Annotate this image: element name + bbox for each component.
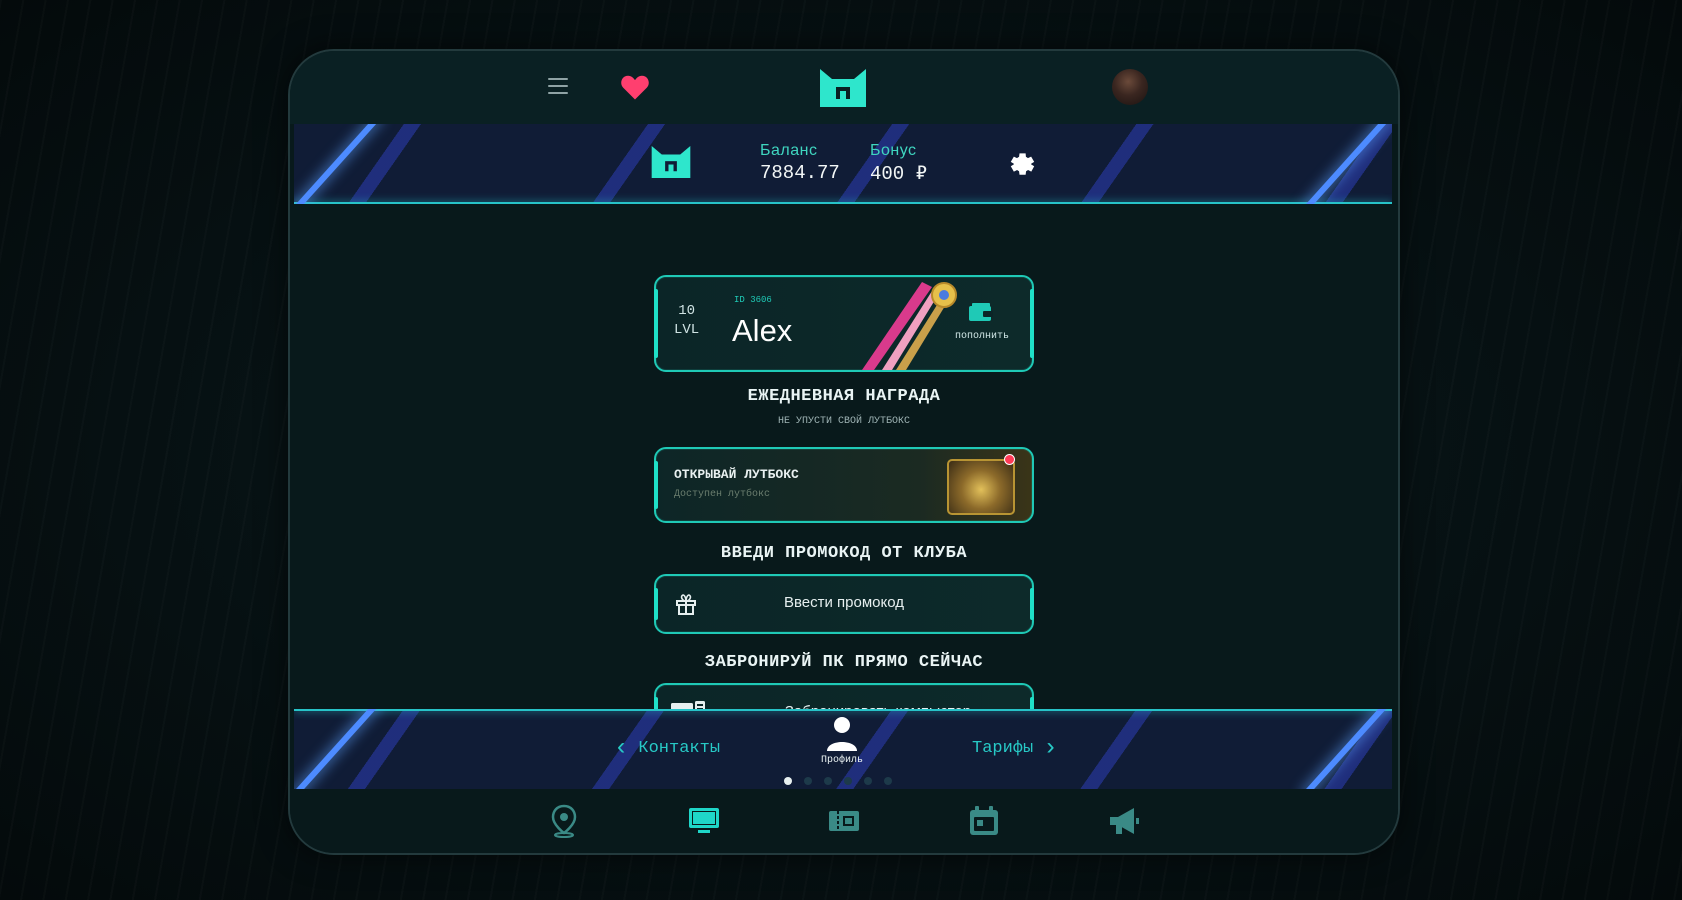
lootbox-title: ОТКРЫВАЙ ЛУТБОКС bbox=[674, 467, 799, 482]
carousel-dot[interactable] bbox=[824, 777, 832, 785]
hamburger-menu-icon[interactable] bbox=[548, 78, 568, 96]
gear-icon[interactable] bbox=[1004, 146, 1038, 180]
level-number: 10 bbox=[678, 303, 696, 319]
banner-edge bbox=[294, 709, 1392, 711]
carousel-prev-link[interactable]: ‹ Контакты bbox=[614, 734, 721, 762]
profile-card: 10 LVL ID 3606 Alex пополнить bbox=[654, 275, 1034, 372]
carousel-dot[interactable] bbox=[804, 777, 812, 785]
lootbox-card[interactable]: ОТКРЫВАЙ ЛУТБОКС Доступен лутбокс bbox=[654, 447, 1034, 523]
carousel-dot[interactable] bbox=[884, 777, 892, 785]
bonus-label: Бонус bbox=[870, 142, 917, 159]
bonus-value: 400 ₽ bbox=[870, 163, 928, 185]
lootbox-subtitle: Доступен лутбокс bbox=[674, 489, 771, 500]
user-profile-icon bbox=[827, 717, 857, 751]
ticket-icon[interactable] bbox=[826, 803, 862, 839]
balance-label: Баланс bbox=[760, 142, 818, 159]
weapon-skin-image bbox=[862, 282, 957, 370]
user-avatar[interactable] bbox=[1112, 69, 1148, 105]
daily-reward-heading: ЕЖЕДНЕВНАЯ НАГРАДА bbox=[747, 387, 941, 406]
carousel-current-label: Профиль bbox=[820, 755, 863, 766]
calendar-icon[interactable] bbox=[966, 803, 1002, 839]
chevron-right-icon: › bbox=[1043, 734, 1058, 762]
app-window: Баланс 7884.77 Бонус 400 ₽ 10 LVL ID 360… bbox=[288, 49, 1400, 855]
bottom-tab-bar bbox=[290, 789, 1398, 853]
carousel-next-link[interactable]: Тарифы › bbox=[972, 734, 1058, 762]
map-pin-icon[interactable] bbox=[546, 803, 582, 839]
notification-dot bbox=[1004, 454, 1015, 465]
balance-value: 7884.77 bbox=[760, 162, 840, 184]
top-app-bar bbox=[290, 51, 1398, 124]
enter-promo-label: Ввести промокод bbox=[783, 594, 905, 611]
brand-logo-icon[interactable] bbox=[818, 65, 868, 111]
carousel-next-label: Тарифы bbox=[972, 739, 1034, 758]
carousel-prev-label: Контакты bbox=[638, 739, 721, 758]
promo-heading: ВВЕДИ ПРОМОКОД ОТ КЛУБА bbox=[720, 544, 968, 563]
carousel-current-page[interactable]: Профиль bbox=[802, 715, 882, 766]
carousel-dot[interactable] bbox=[784, 777, 792, 785]
carousel-dot[interactable] bbox=[844, 777, 852, 785]
daily-reward-subheading: НЕ УПУСТИ СВОЙ ЛУТБОКС bbox=[777, 416, 911, 427]
topup-label[interactable]: пополнить bbox=[946, 331, 1018, 342]
chevron-left-icon: ‹ bbox=[614, 734, 629, 762]
heart-icon[interactable] bbox=[620, 73, 650, 101]
main-content: 10 LVL ID 3606 Alex пополнить ЕЖЕДНЕВНАЯ… bbox=[290, 204, 1398, 743]
level-unit: LVL bbox=[674, 322, 700, 338]
club-logo-icon bbox=[651, 146, 691, 178]
enter-promo-button[interactable]: Ввести промокод bbox=[654, 574, 1034, 634]
balance-stat: Баланс 7884.77 bbox=[760, 142, 840, 184]
balance-banner: Баланс 7884.77 Бонус 400 ₽ bbox=[294, 124, 1392, 204]
megaphone-icon[interactable] bbox=[1106, 803, 1142, 839]
carousel-dot[interactable] bbox=[864, 777, 872, 785]
monitor-icon[interactable] bbox=[686, 803, 722, 839]
banner-light-slash bbox=[1301, 124, 1392, 204]
carousel-nav-banner: ‹ Контакты Профиль Тарифы › bbox=[294, 709, 1392, 789]
card-accent-left bbox=[654, 461, 658, 509]
wallet-icon[interactable] bbox=[968, 303, 994, 323]
carousel-dots bbox=[294, 777, 1387, 785]
lootbox-image bbox=[947, 459, 1015, 515]
booking-heading: ЗАБРОНИРУЙ ПК ПРЯМО СЕЙЧАС bbox=[704, 653, 984, 672]
player-id-tag: ID 3606 bbox=[734, 295, 772, 305]
card-accent-right bbox=[1030, 289, 1034, 358]
level-badge: 10 LVL bbox=[674, 302, 699, 340]
bonus-stat: Бонус 400 ₽ bbox=[870, 142, 927, 185]
player-name: Alex bbox=[732, 313, 793, 348]
banner-light-slash bbox=[294, 124, 383, 204]
card-accent-left bbox=[654, 289, 658, 358]
